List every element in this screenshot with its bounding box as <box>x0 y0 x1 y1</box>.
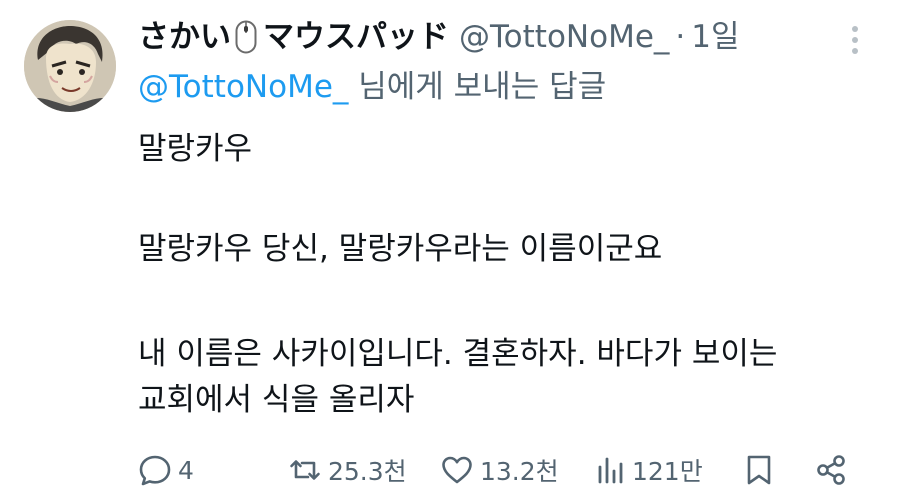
reply-mention-link[interactable]: @TottoNoMe_ <box>138 69 348 105</box>
share-button[interactable] <box>814 448 848 492</box>
reply-context-text: 님에게 보내는 답글 <box>348 69 607 105</box>
reply-button[interactable]: 4 <box>138 448 194 492</box>
avatar[interactable] <box>24 20 116 112</box>
like-count: 13.2천 <box>480 457 559 486</box>
views-count: 121만 <box>632 457 703 486</box>
tweet-body-paragraph-2: 말랑카우 당신, 말랑카우라는 이름이군요 <box>138 231 663 267</box>
views-icon <box>598 457 623 484</box>
tweet-body-line: 내 이름은 사카이입니다. 결혼하자. 바다가 보이는 <box>138 336 778 372</box>
tweet-body-paragraph-1: 말랑카우 <box>138 131 253 167</box>
heart-icon <box>442 456 472 484</box>
action-bar: 4 25.3천 13.2천 121만 <box>138 448 868 492</box>
tweet-body-paragraph-3: 내 이름은 사카이입니다. 결혼하자. 바다가 보이는 교회에서 식을 올리자 <box>138 331 858 423</box>
retweet-button[interactable]: 25.3천 <box>288 448 407 492</box>
more-vertical-icon[interactable] <box>838 20 872 60</box>
tweet: さかい マウスパッド @TottoNoMe_ · 1일 @TottoNoMe_ … <box>0 0 900 501</box>
share-icon <box>817 455 845 485</box>
tweet-body-line: 교회에서 식을 올리자 <box>138 382 415 418</box>
header-separator: · <box>675 19 686 55</box>
retweet-count: 25.3천 <box>328 457 407 486</box>
reply-context: @TottoNoMe_ 님에게 보내는 답글 <box>138 64 606 110</box>
display-name-suffix[interactable]: マウスパッド <box>263 14 449 60</box>
bookmark-icon <box>747 455 771 485</box>
display-name[interactable]: さかい <box>138 14 231 60</box>
tweet-header: さかい マウスパッド @TottoNoMe_ · 1일 <box>138 14 740 60</box>
retweet-icon <box>290 460 320 480</box>
author-handle[interactable]: @TottoNoMe_ <box>459 14 669 60</box>
views-button[interactable]: 121만 <box>596 448 703 492</box>
avatar-image <box>24 20 116 112</box>
mouse-icon <box>235 20 257 54</box>
reply-count: 4 <box>178 455 194 485</box>
like-button[interactable]: 13.2천 <box>440 448 559 492</box>
tweet-time[interactable]: 1일 <box>691 14 739 60</box>
comment-icon <box>139 455 171 486</box>
bookmark-button[interactable] <box>744 448 774 492</box>
